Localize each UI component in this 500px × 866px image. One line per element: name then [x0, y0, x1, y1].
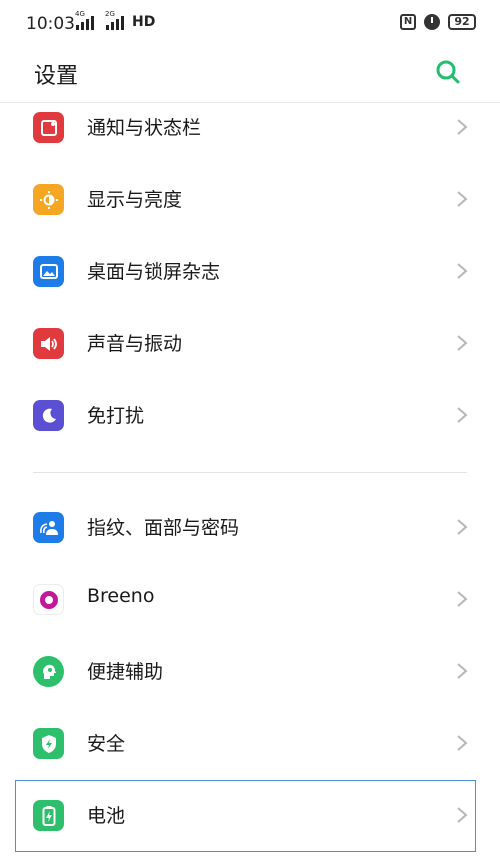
battery-status-icon: 92 [448, 14, 476, 30]
settings-item-label: 便捷辅助 [87, 661, 164, 683]
settings-item-battery[interactable]: 电池 [0, 782, 500, 854]
section-divider [33, 472, 467, 473]
search-icon [436, 60, 460, 84]
settings-item-label: 声音与振动 [87, 333, 183, 355]
settings-item-label: Breeno [87, 585, 155, 607]
settings-item-do-not-disturb[interactable]: 免打扰 [0, 382, 500, 454]
chevron-right-icon [457, 407, 468, 423]
shield-icon [33, 728, 64, 759]
chevron-right-icon [457, 807, 468, 823]
wallpaper-icon [33, 256, 64, 287]
signal-2g-icon: 2G [105, 10, 124, 30]
chevron-right-icon [457, 735, 468, 751]
status-bar: 10:03 4G 2G HD N 92 [0, 0, 500, 50]
settings-item-wallpaper[interactable]: 桌面与锁屏杂志 [0, 238, 500, 310]
settings-item-label: 指纹、面部与密码 [87, 517, 240, 539]
chevron-right-icon [457, 663, 468, 679]
chevron-right-icon [457, 263, 468, 279]
settings-item-label: 显示与亮度 [87, 189, 183, 211]
chevron-right-icon [457, 119, 468, 135]
settings-item-display[interactable]: 显示与亮度 [0, 166, 500, 238]
settings-item-sound[interactable]: 声音与振动 [0, 310, 500, 382]
chevron-right-icon [457, 591, 468, 607]
settings-item-label: 安全 [87, 733, 126, 755]
settings-item-security[interactable]: 安全 [0, 710, 500, 782]
hd-voice-icon: HD [132, 14, 156, 30]
brightness-icon [33, 184, 64, 215]
nfc-icon: N [400, 14, 416, 30]
status-time: 10:03 [26, 14, 75, 34]
status-left-icons: 4G 2G HD [75, 10, 156, 30]
page-title: 设置 [34, 64, 79, 89]
settings-item-notifications[interactable]: 通知与状态栏 [0, 94, 500, 166]
fingerprint-icon [33, 512, 64, 543]
settings-item-label: 电池 [87, 805, 126, 827]
breeno-icon [33, 584, 64, 615]
chevron-right-icon [457, 519, 468, 535]
assist-icon [33, 656, 64, 687]
settings-item-label: 桌面与锁屏杂志 [87, 261, 221, 283]
alarm-icon [424, 14, 440, 30]
settings-item-accessibility[interactable]: 便捷辅助 [0, 638, 500, 710]
settings-item-breeno[interactable]: Breeno [0, 566, 500, 638]
settings-item-label: 免打扰 [87, 405, 145, 427]
sound-icon [33, 328, 64, 359]
signal-4g-icon: 4G [75, 10, 94, 30]
moon-icon [33, 400, 64, 431]
chevron-right-icon [457, 335, 468, 351]
search-button[interactable] [434, 58, 462, 86]
chevron-right-icon [457, 191, 468, 207]
battery-icon [33, 800, 64, 831]
settings-item-biometrics[interactable]: 指纹、面部与密码 [0, 494, 500, 566]
settings-item-label: 通知与状态栏 [87, 117, 202, 139]
status-right-icons: N 92 [400, 14, 476, 30]
notification-icon [33, 112, 64, 143]
